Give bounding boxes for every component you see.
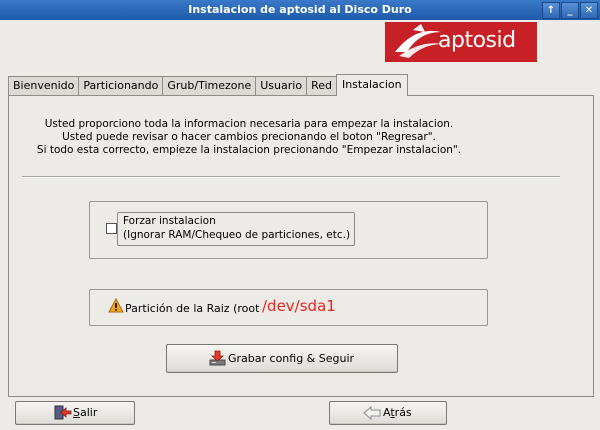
info-line-3: Si todo esta correcto, empieze la instal…	[36, 144, 462, 156]
exit-mnemonic: S	[73, 406, 80, 419]
root-partition-label: Partición de la Raiz (root	[125, 302, 260, 315]
info-text: Usted proporciono toda la informacion ne…	[10, 118, 488, 157]
window-title: Instalacion de aptosid al Disco Duro	[188, 3, 412, 16]
close-icon[interactable]: ✕	[580, 2, 598, 19]
tab-instalacion[interactable]: Instalacion	[335, 74, 408, 96]
info-line-1: Usted proporciono toda la informacion ne…	[44, 118, 454, 130]
back-label: Atrás	[383, 406, 412, 419]
warning-icon	[108, 298, 124, 313]
back-label-rest: rás	[394, 406, 412, 419]
aptosid-logo: aptosid	[385, 22, 537, 62]
tab-grub-timezone[interactable]: Grub/Timezone	[162, 76, 257, 95]
tab-red[interactable]: Red	[306, 76, 337, 95]
root-partition-value: /dev/sda1	[262, 297, 336, 315]
save-config-continue-button[interactable]: Grabar config & Seguir	[166, 344, 398, 373]
minimize-icon[interactable]: _	[561, 2, 579, 19]
back-arrow-icon	[363, 406, 381, 420]
maximize-icon[interactable]: ↑	[542, 2, 560, 19]
tab-particionando[interactable]: Particionando	[78, 76, 164, 95]
exit-button[interactable]: Salir	[15, 401, 135, 425]
exit-label-rest: alir	[79, 406, 98, 419]
exit-label: Salir	[73, 406, 97, 419]
tab-bienvenido[interactable]: Bienvenido	[8, 76, 80, 95]
tab-bar: Bienvenido Particionando Grub/Timezone U…	[8, 74, 408, 96]
separator	[22, 176, 560, 178]
info-line-2: Usted puede revisar o hacer cambios prec…	[62, 131, 436, 143]
install-download-icon	[209, 350, 226, 366]
window-controls: ↑ _ ✕	[542, 2, 598, 19]
force-install-label: Forzar instalacion	[123, 215, 216, 227]
force-install-sublabel: (Ignorar RAM/Chequeo de particiones, etc…	[123, 229, 351, 241]
back-button[interactable]: Atrás	[329, 401, 447, 425]
title-bar[interactable]: Instalacion de aptosid al Disco Duro ↑ _…	[0, 0, 600, 20]
exit-icon	[54, 405, 72, 420]
logo-text: aptosid	[438, 28, 516, 53]
force-install-checkbox[interactable]	[106, 223, 117, 234]
save-config-label: Grabar config & Seguir	[228, 352, 355, 365]
tab-usuario[interactable]: Usuario	[255, 76, 308, 95]
